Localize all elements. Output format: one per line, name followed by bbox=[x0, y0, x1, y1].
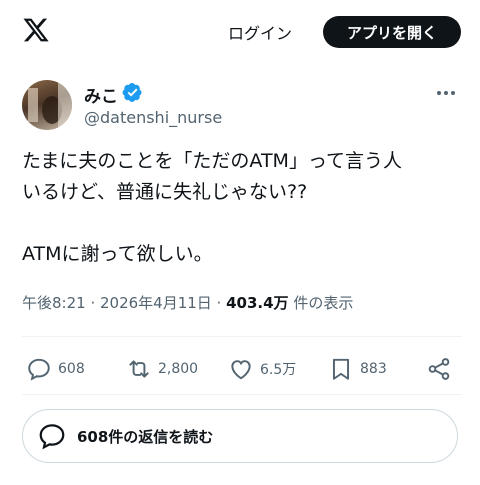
like-button[interactable]: 6.5万 bbox=[228, 355, 296, 383]
view-count: 403.4万 bbox=[226, 294, 289, 312]
user-handle[interactable]: @datenshi_nurse bbox=[84, 108, 222, 127]
avatar-photo bbox=[28, 80, 72, 130]
reply-icon bbox=[28, 358, 50, 381]
reply-icon bbox=[39, 424, 65, 450]
reply-count: 608 bbox=[58, 361, 85, 377]
more-options-icon[interactable] bbox=[434, 83, 458, 103]
share-button[interactable] bbox=[426, 355, 458, 383]
avatar[interactable] bbox=[22, 80, 72, 130]
bookmark-icon bbox=[332, 358, 350, 380]
tweet-metadata: 午後8:21 · 2026年4月11日 · 403.4万 件の表示 bbox=[22, 292, 353, 313]
view-count-label: 件の表示 bbox=[288, 294, 354, 312]
like-count: 6.5万 bbox=[260, 362, 297, 378]
tweet-text: たまに夫のことを「ただのATM」って言う人 いるけど、普通に失礼じゃない?? A… bbox=[22, 150, 403, 265]
read-replies-label: 608件の返信を読む bbox=[77, 427, 214, 446]
display-name[interactable]: みこ bbox=[84, 82, 118, 107]
heart-icon bbox=[231, 360, 251, 380]
verified-badge-icon bbox=[122, 83, 142, 102]
x-logo-icon[interactable] bbox=[22, 15, 50, 45]
repost-count: 2,800 bbox=[158, 361, 199, 377]
login-link[interactable]: ログイン bbox=[228, 20, 292, 44]
reply-button[interactable]: 608 bbox=[26, 355, 85, 383]
divider bbox=[22, 336, 462, 337]
open-app-button[interactable]: アプリを開く bbox=[323, 16, 461, 48]
bookmark-button[interactable]: 883 bbox=[328, 355, 387, 383]
read-replies-button[interactable]: 608件の返信を読む bbox=[22, 409, 458, 463]
tweet-timestamp[interactable]: 午後8:21 · 2026年4月11日 · bbox=[22, 294, 226, 312]
divider bbox=[22, 394, 462, 395]
repost-button[interactable]: 2,800 bbox=[126, 355, 198, 383]
share-icon bbox=[428, 358, 450, 380]
repost-icon bbox=[129, 360, 149, 378]
bookmark-count: 883 bbox=[360, 361, 387, 377]
